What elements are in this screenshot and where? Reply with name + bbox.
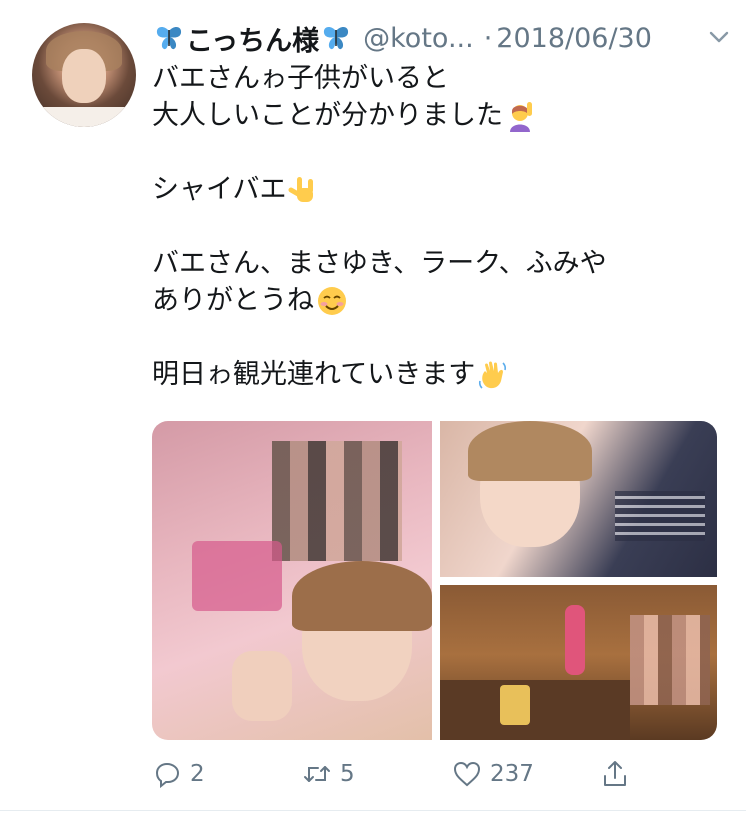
share-action[interactable] bbox=[600, 756, 630, 792]
tweet-line-text: バエさんゎ子供がいると bbox=[152, 63, 449, 94]
child-figure bbox=[565, 605, 585, 675]
bottles bbox=[500, 685, 530, 725]
avatar-face bbox=[62, 49, 106, 103]
tweet-line-text: バエさん、まさゆき、ラーク、ふみや bbox=[152, 248, 607, 279]
tweet-line-text: 大人しいことが分かりました bbox=[152, 100, 503, 131]
pixelated-face bbox=[272, 441, 402, 561]
raising-hand-icon bbox=[510, 101, 532, 132]
smiling-face-icon bbox=[318, 286, 346, 315]
peace-hand bbox=[232, 651, 292, 721]
tweet-line: バエさんゎ子供がいると bbox=[152, 60, 722, 97]
display-name[interactable]: こっちん様 bbox=[152, 19, 353, 58]
share-icon bbox=[604, 761, 626, 786]
display-name-text: こっちん様 bbox=[186, 25, 320, 57]
retweet-action[interactable]: 5 bbox=[302, 756, 355, 792]
avatar[interactable] bbox=[32, 23, 136, 127]
tweet-line: 明日ゎ観光連れていきます bbox=[152, 356, 722, 393]
tweet-line-text: 明日ゎ観光連れていきます bbox=[152, 359, 476, 390]
waving-hand-icon bbox=[479, 361, 507, 389]
table bbox=[440, 680, 630, 740]
tweet-header: こっちん様 @koto... · 2018/06/30 bbox=[152, 16, 732, 60]
restaurant-photo[interactable] bbox=[440, 585, 717, 740]
tweet-date[interactable]: 2018/06/30 bbox=[496, 23, 652, 54]
reply-count: 2 bbox=[190, 761, 205, 787]
retweet-icon bbox=[304, 766, 330, 782]
pixelated-face bbox=[630, 615, 710, 705]
tweet-line-text: シャイバエ bbox=[152, 174, 287, 205]
handle[interactable]: @koto... bbox=[363, 23, 474, 54]
shirt-text bbox=[615, 491, 705, 541]
separator-dot: · bbox=[483, 22, 493, 54]
butterfly-icon bbox=[324, 27, 349, 50]
divider bbox=[0, 810, 746, 811]
shirt-print bbox=[192, 541, 282, 611]
media-grid bbox=[152, 421, 717, 740]
tweet-line: 大人しいことが分かりました bbox=[152, 97, 722, 134]
selfie-photo-2[interactable] bbox=[440, 421, 717, 577]
tweet-actions: 2 5 237 bbox=[152, 756, 732, 792]
reply-icon bbox=[155, 762, 180, 789]
tweet-text: バエさんゎ子供がいると 大人しいことが分かりました シャイバエ バエさん、まさゆ… bbox=[152, 60, 722, 393]
tweet-line: ありがとうね bbox=[152, 282, 722, 319]
avatar-shoulder bbox=[32, 107, 136, 127]
like-count: 237 bbox=[490, 761, 534, 787]
chevron-down-icon[interactable] bbox=[706, 24, 732, 50]
selfie-photo[interactable] bbox=[152, 421, 432, 740]
like-action[interactable]: 237 bbox=[452, 756, 534, 792]
heart-icon bbox=[453, 761, 481, 787]
tweet-line-text: ありがとうね bbox=[152, 285, 314, 316]
tweet-line: バエさん、まさゆき、ラーク、ふみや bbox=[152, 245, 722, 282]
retweet-count: 5 bbox=[340, 761, 355, 787]
rock-on-hand-icon bbox=[288, 176, 314, 202]
person-hair bbox=[468, 421, 592, 481]
tweet-line: シャイバエ bbox=[152, 171, 722, 208]
reply-action[interactable]: 2 bbox=[152, 756, 205, 792]
person-hair bbox=[292, 561, 432, 631]
butterfly-icon bbox=[156, 27, 182, 50]
